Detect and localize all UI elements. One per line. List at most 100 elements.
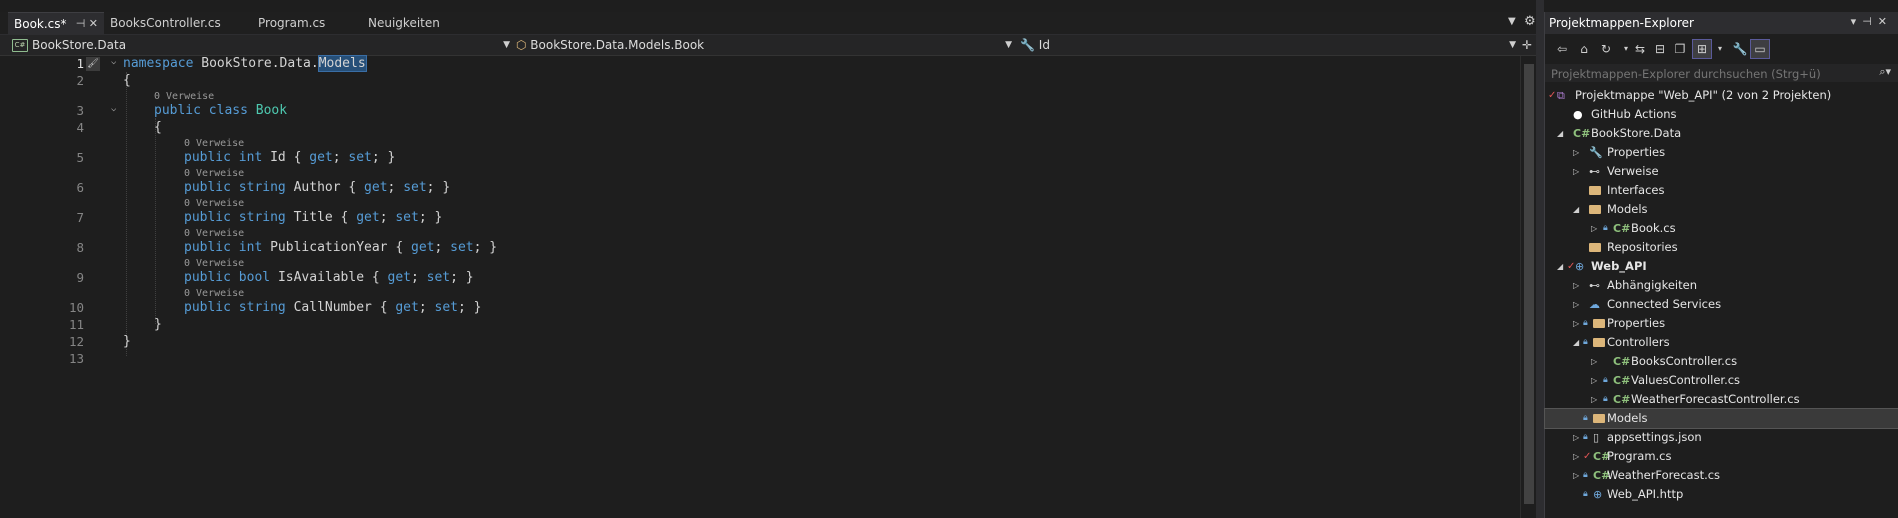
tree-item-abhaengigkeiten[interactable]: ▷ ⊷ Abhängigkeiten bbox=[1545, 276, 1898, 295]
gear-icon[interactable]: ⚙ bbox=[1524, 14, 1536, 29]
back-forward-icon[interactable]: ⇦ bbox=[1553, 40, 1571, 58]
member-dropdown-value: Id bbox=[1038, 38, 1050, 52]
member-dropdown[interactable]: 🔧 Id ▼ bbox=[1020, 37, 1516, 54]
project-dropdown[interactable]: C# BookStore.Data ▼ bbox=[12, 37, 510, 54]
tree-item-label: Connected Services bbox=[1607, 297, 1722, 311]
tree-item-label: BookStore.Data bbox=[1591, 126, 1682, 140]
tree-item-book-cs[interactable]: ▷ 🔒︎ C# Book.cs bbox=[1545, 219, 1898, 238]
split-editor-icon[interactable]: ✛ bbox=[1522, 38, 1532, 52]
search-icon[interactable]: ⌕▾ bbox=[1879, 65, 1891, 79]
folder-icon bbox=[1593, 333, 1605, 353]
codelens-references[interactable]: 0 Verweise bbox=[184, 258, 244, 269]
keyword-set: set bbox=[426, 270, 451, 285]
expanded-arrow-icon[interactable]: ◢ bbox=[1573, 200, 1579, 219]
web-project-icon: ⊕ bbox=[1575, 260, 1585, 273]
scrollbar-thumb[interactable] bbox=[1524, 64, 1534, 504]
indent-guide bbox=[126, 72, 127, 356]
tab-overflow-chevron-icon[interactable]: ▼ bbox=[1508, 16, 1516, 27]
collapsed-arrow-icon[interactable]: ▷ bbox=[1591, 219, 1597, 238]
collapsed-arrow-icon[interactable]: ▷ bbox=[1573, 447, 1579, 466]
search-input[interactable] bbox=[1549, 65, 1873, 82]
tree-item-label: Verweise bbox=[1607, 164, 1659, 178]
tree-item-appsettings[interactable]: ▷ 🔒︎ ▯ appsettings.json bbox=[1545, 428, 1898, 447]
collapsed-arrow-icon[interactable]: ▷ bbox=[1573, 295, 1579, 314]
collapsed-arrow-icon[interactable]: ▷ bbox=[1591, 390, 1597, 409]
fold-chevron-icon[interactable]: ⌵ bbox=[111, 104, 116, 114]
tab-neuigkeiten[interactable]: Neuigkeiten bbox=[362, 12, 472, 34]
codelens-references[interactable]: 0 Verweise bbox=[154, 91, 214, 102]
fold-chevron-icon[interactable]: ⌵ bbox=[111, 57, 116, 67]
tab-bookscontroller-cs[interactable]: BooksController.cs bbox=[104, 12, 252, 34]
tree-item-solution[interactable]: ✓ ⧉ Projektmappe "Web_API" (2 von 2 Proj… bbox=[1545, 86, 1898, 105]
tree-item-program-cs[interactable]: ▷ ✓ C# Program.cs bbox=[1545, 447, 1898, 466]
keyword-type: string bbox=[238, 210, 286, 225]
tree-item-models[interactable]: ◢ Models bbox=[1545, 200, 1898, 219]
show-all-files-icon[interactable]: ❐ bbox=[1671, 40, 1689, 58]
tree-item-models-web[interactable]: 🔒︎ Models bbox=[1544, 408, 1898, 429]
tree-item-valuescontroller[interactable]: ▷ 🔒︎ C# ValuesController.cs bbox=[1545, 371, 1898, 390]
chevron-down-icon[interactable]: ▾ bbox=[1711, 40, 1729, 58]
expanded-arrow-icon[interactable]: ◢ bbox=[1557, 124, 1563, 143]
solution-explorer-search: ⌕▾ bbox=[1545, 64, 1898, 82]
codelens-references[interactable]: 0 Verweise bbox=[184, 138, 244, 149]
tab-pin-close-icons[interactable]: ⊣ ✕ bbox=[76, 13, 98, 35]
keyword-set: set bbox=[403, 180, 427, 195]
keyword-get: get bbox=[395, 300, 419, 315]
navigation-bar: C# BookStore.Data ▼ ⬡ BookStore.Data.Mode… bbox=[0, 35, 1544, 56]
code-line-6: public string Author { get; set; } bbox=[184, 180, 451, 195]
collapsed-arrow-icon[interactable]: ▷ bbox=[1573, 143, 1579, 162]
checkmark-icon: ✓ bbox=[1548, 90, 1557, 101]
collapse-all-icon[interactable]: ⊟ bbox=[1651, 40, 1669, 58]
line-number: 12 bbox=[68, 334, 84, 349]
collapsed-arrow-icon[interactable]: ▷ bbox=[1573, 162, 1579, 181]
tab-label: BooksController.cs bbox=[110, 16, 221, 30]
tab-book-cs[interactable]: Book.cs* ⊣ ✕ bbox=[8, 12, 104, 34]
tree-item-repositories[interactable]: Repositories bbox=[1545, 238, 1898, 257]
keyword-type: string bbox=[238, 300, 286, 315]
history-icon[interactable]: ↻ bbox=[1597, 40, 1615, 58]
tree-item-github-actions[interactable]: ● GitHub Actions bbox=[1545, 105, 1898, 124]
tree-item-bookscontroller[interactable]: ▷ C# BooksController.cs bbox=[1545, 352, 1898, 371]
tree-item-web-api[interactable]: ◢ ✓ ⊕ Web_API bbox=[1545, 257, 1898, 276]
codelens-references[interactable]: 0 Verweise bbox=[184, 288, 244, 299]
codelens-references[interactable]: 0 Verweise bbox=[184, 228, 244, 239]
tree-item-interfaces[interactable]: Interfaces bbox=[1545, 181, 1898, 200]
home-icon[interactable]: ⌂ bbox=[1575, 40, 1593, 58]
codelens-references[interactable]: 0 Verweise bbox=[184, 198, 244, 209]
expanded-arrow-icon[interactable]: ◢ bbox=[1557, 257, 1563, 276]
code-editor[interactable]: 1 2 3 4 5 6 7 8 9 10 11 12 13 🖌 ⌵ ⌵ name… bbox=[0, 55, 1520, 518]
collapsed-arrow-icon[interactable]: ▷ bbox=[1591, 371, 1597, 390]
tab-program-cs[interactable]: Program.cs bbox=[252, 12, 362, 34]
collapsed-arrow-icon[interactable]: ▷ bbox=[1573, 276, 1579, 295]
property-name: IsAvailable bbox=[277, 270, 365, 285]
tree-item-weatherforecast[interactable]: ▷ 🔒︎ C# WeatherForecast.cs bbox=[1545, 466, 1898, 485]
tree-item-weatherforecastcontroller[interactable]: ▷ 🔒︎ C# WeatherForecastController.cs bbox=[1545, 390, 1898, 409]
panel-window-controls[interactable]: ▾⊣✕ bbox=[1851, 15, 1893, 28]
wrench-icon[interactable]: 🔧 bbox=[1731, 40, 1749, 58]
tree-item-controllers[interactable]: ◢ 🔒︎ Controllers bbox=[1545, 333, 1898, 352]
collapsed-arrow-icon[interactable]: ▷ bbox=[1573, 466, 1579, 485]
tree-item-verweise[interactable]: ▷ ⊷ Verweise bbox=[1545, 162, 1898, 181]
vertical-scrollbar[interactable] bbox=[1520, 56, 1537, 518]
type-dropdown[interactable]: ⬡ BookStore.Data.Models.Book ▼ bbox=[516, 37, 1012, 54]
view-toggle-icon[interactable]: ⊞ bbox=[1692, 39, 1712, 59]
pane-splitter[interactable] bbox=[1536, 0, 1544, 518]
csharp-project-icon: C# bbox=[1573, 127, 1591, 140]
tree-item-properties[interactable]: ▷ 🔧 Properties bbox=[1545, 143, 1898, 162]
folder-icon bbox=[1589, 181, 1601, 201]
github-icon: ● bbox=[1573, 108, 1583, 121]
keyword-set: set bbox=[450, 240, 474, 255]
tree-item-bookstore-data[interactable]: ◢ C# BookStore.Data bbox=[1545, 124, 1898, 143]
quick-actions-icon[interactable]: 🖌 bbox=[86, 57, 100, 71]
expanded-arrow-icon[interactable]: ◢ bbox=[1573, 333, 1579, 352]
collapsed-arrow-icon[interactable]: ▷ bbox=[1573, 428, 1579, 447]
collapsed-arrow-icon[interactable]: ▷ bbox=[1591, 352, 1597, 371]
tree-item-web-api-http[interactable]: 🔒︎ ⊕ Web_API.http bbox=[1545, 485, 1898, 504]
preview-icon[interactable]: ▭ bbox=[1750, 39, 1770, 59]
codelens-references[interactable]: 0 Verweise bbox=[184, 168, 244, 179]
tree-item-label: Models bbox=[1607, 202, 1648, 216]
tree-item-properties-web[interactable]: ▷ 🔒︎ Properties bbox=[1545, 314, 1898, 333]
collapsed-arrow-icon[interactable]: ▷ bbox=[1573, 314, 1579, 333]
tree-item-connected-services[interactable]: ▷ ☁ Connected Services bbox=[1545, 295, 1898, 314]
sync-icon[interactable]: ⇆ bbox=[1631, 40, 1649, 58]
